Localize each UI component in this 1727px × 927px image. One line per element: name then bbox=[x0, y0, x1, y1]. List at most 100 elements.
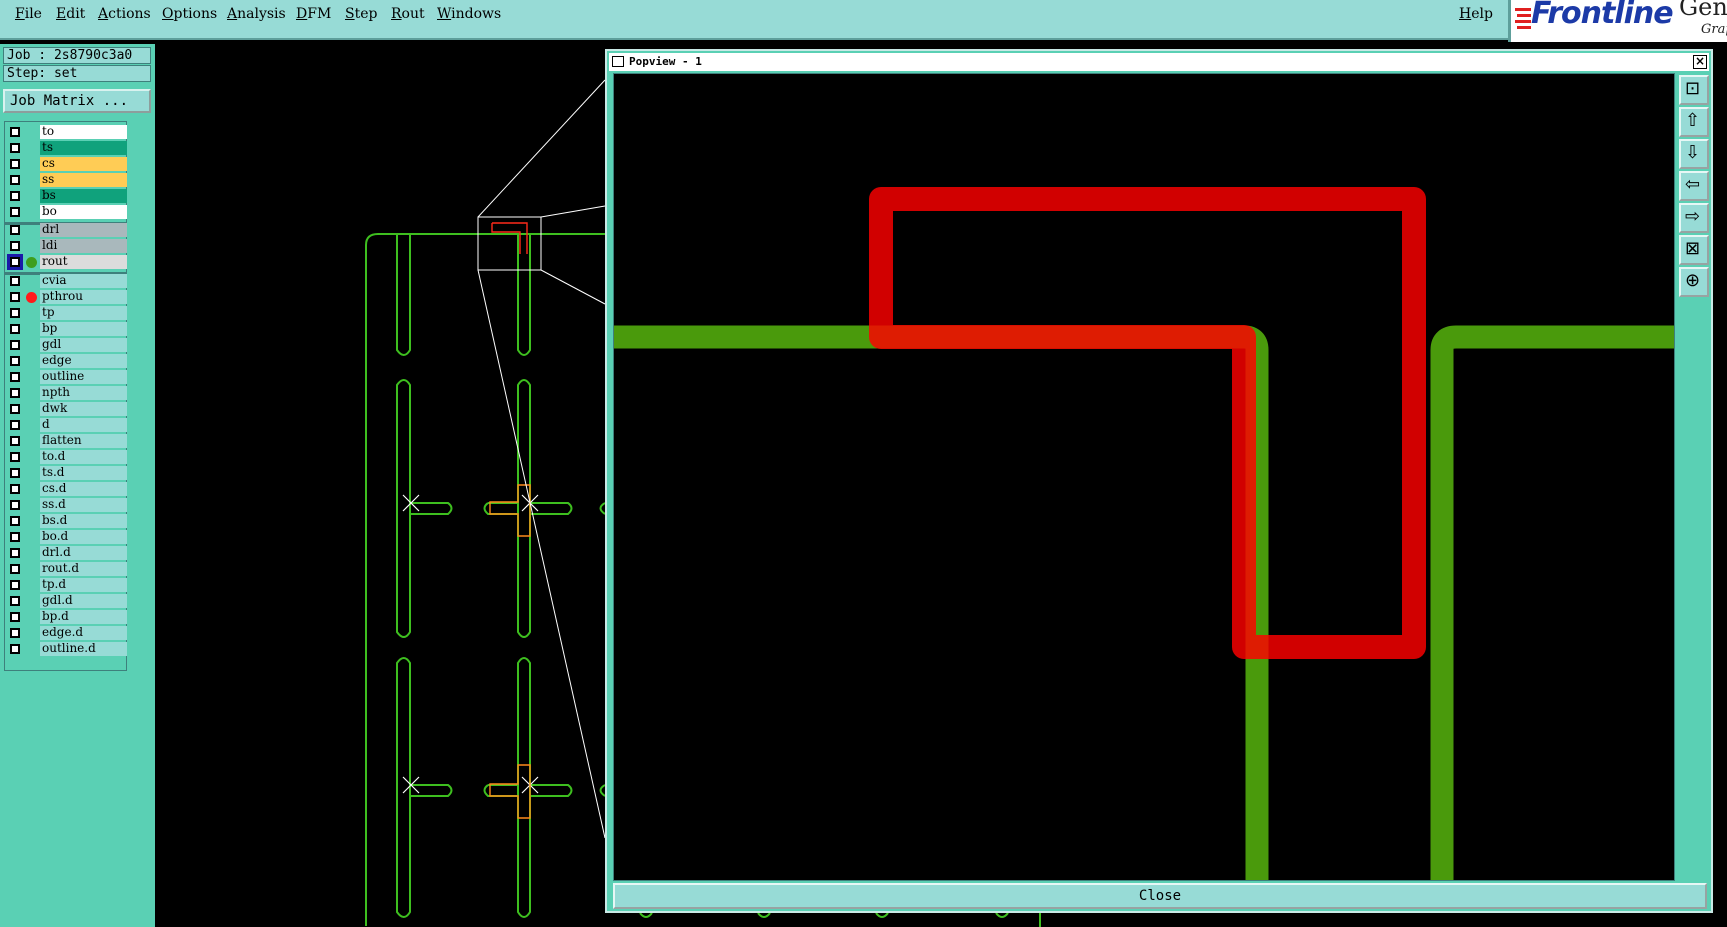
layer-row-bp[interactable]: bp bbox=[5, 321, 127, 337]
window-menu-icon[interactable] bbox=[612, 56, 624, 67]
close-icon[interactable]: × bbox=[1693, 55, 1707, 69]
layer-row-bo-d[interactable]: bo.d bbox=[5, 529, 127, 545]
layer-row-outline-d[interactable]: outline.d bbox=[5, 641, 127, 657]
layer-row-outline[interactable]: outline bbox=[5, 369, 127, 385]
layer-display-checkbox[interactable] bbox=[10, 452, 20, 462]
layer-display-checkbox[interactable] bbox=[10, 388, 20, 398]
layer-row-flatten[interactable]: flatten bbox=[5, 433, 127, 449]
layer-row-bo[interactable]: bo bbox=[5, 204, 127, 220]
pan-up-button[interactable]: ⇧ bbox=[1679, 107, 1709, 137]
layer-row-ss-d[interactable]: ss.d bbox=[5, 497, 127, 513]
layer-display-checkbox[interactable] bbox=[10, 276, 20, 286]
menu-options[interactable]: Options bbox=[162, 6, 217, 22]
menu-actions[interactable]: Actions bbox=[98, 6, 151, 22]
layer-row-npth[interactable]: npth bbox=[5, 385, 127, 401]
menu-help[interactable]: Help bbox=[1459, 6, 1493, 22]
layer-row-tp-d[interactable]: tp.d bbox=[5, 577, 127, 593]
layer-row-bp-d[interactable]: bp.d bbox=[5, 609, 127, 625]
layer-name[interactable]: bp.d bbox=[40, 610, 127, 624]
layer-row-d[interactable]: d bbox=[5, 417, 127, 433]
layer-name[interactable]: pthrou bbox=[40, 290, 127, 304]
layer-name[interactable]: bo bbox=[40, 205, 127, 219]
pan-right-button[interactable]: ⇨ bbox=[1679, 203, 1709, 233]
layer-display-checkbox[interactable] bbox=[10, 628, 20, 638]
layer-display-checkbox[interactable] bbox=[10, 468, 20, 478]
layer-name[interactable]: outline bbox=[40, 370, 127, 384]
layer-row-cs-d[interactable]: cs.d bbox=[5, 481, 127, 497]
layer-display-checkbox[interactable] bbox=[10, 159, 20, 169]
layer-name[interactable]: d bbox=[40, 418, 127, 432]
layer-name[interactable]: cs.d bbox=[40, 482, 127, 496]
layer-row-tp[interactable]: tp bbox=[5, 305, 127, 321]
layer-name[interactable]: npth bbox=[40, 386, 127, 400]
menu-dfm[interactable]: DFM bbox=[296, 6, 331, 22]
menu-windows[interactable]: Windows bbox=[437, 6, 501, 22]
layer-row-ts-d[interactable]: ts.d bbox=[5, 465, 127, 481]
layer-name[interactable]: gdl bbox=[40, 338, 127, 352]
layer-display-checkbox[interactable] bbox=[10, 548, 20, 558]
layer-name[interactable]: ts.d bbox=[40, 466, 127, 480]
layer-name[interactable]: rout bbox=[40, 255, 127, 269]
close-button[interactable]: Close bbox=[613, 883, 1707, 909]
layer-row-drl-d[interactable]: drl.d bbox=[5, 545, 127, 561]
layer-row-ts[interactable]: ts bbox=[5, 140, 127, 156]
layer-display-checkbox[interactable] bbox=[10, 143, 20, 153]
layer-row-bs-d[interactable]: bs.d bbox=[5, 513, 127, 529]
layer-display-checkbox[interactable] bbox=[10, 340, 20, 350]
layer-display-checkbox[interactable] bbox=[10, 516, 20, 526]
layer-name[interactable]: ss.d bbox=[40, 498, 127, 512]
layer-row-pthrou[interactable]: pthrou bbox=[5, 289, 127, 305]
layer-name[interactable]: to bbox=[40, 125, 127, 139]
layer-name[interactable]: drl bbox=[40, 223, 127, 237]
layer-name[interactable]: drl.d bbox=[40, 546, 127, 560]
layer-display-checkbox[interactable] bbox=[10, 127, 20, 137]
menu-file[interactable]: File bbox=[15, 6, 42, 22]
layer-name[interactable]: cs bbox=[40, 157, 127, 171]
layer-display-checkbox[interactable] bbox=[10, 484, 20, 494]
layer-display-checkbox[interactable] bbox=[10, 420, 20, 430]
layer-name[interactable]: bo.d bbox=[40, 530, 127, 544]
layer-name[interactable]: edge bbox=[40, 354, 127, 368]
menu-step[interactable]: Step bbox=[345, 6, 377, 22]
layer-name[interactable]: ts bbox=[40, 141, 127, 155]
layer-display-checkbox[interactable] bbox=[10, 580, 20, 590]
layer-name[interactable]: to.d bbox=[40, 450, 127, 464]
layer-row-ldi[interactable]: ldi bbox=[5, 238, 127, 254]
layer-row-rout[interactable]: rout bbox=[5, 254, 127, 270]
layer-row-cvia[interactable]: cvia bbox=[5, 273, 127, 289]
layer-display-checkbox[interactable] bbox=[10, 191, 20, 201]
layer-row-ss[interactable]: ss bbox=[5, 172, 127, 188]
menu-edit[interactable]: Edit bbox=[56, 6, 85, 22]
layer-name[interactable]: bs.d bbox=[40, 514, 127, 528]
layer-display-checkbox[interactable] bbox=[10, 207, 20, 217]
layer-display-checkbox[interactable] bbox=[10, 612, 20, 622]
layer-display-checkbox[interactable] bbox=[10, 308, 20, 318]
pan-down-button[interactable]: ⇩ bbox=[1679, 139, 1709, 169]
layer-name[interactable]: dwk bbox=[40, 402, 127, 416]
layer-display-checkbox[interactable] bbox=[10, 404, 20, 414]
layer-display-checkbox[interactable] bbox=[10, 356, 20, 366]
layer-row-drl[interactable]: drl bbox=[5, 222, 127, 238]
layer-row-to[interactable]: to bbox=[5, 124, 127, 140]
layer-row-bs[interactable]: bs bbox=[5, 188, 127, 204]
layer-display-checkbox[interactable] bbox=[10, 436, 20, 446]
layer-display-checkbox[interactable] bbox=[10, 596, 20, 606]
layer-row-to-d[interactable]: to.d bbox=[5, 449, 127, 465]
layer-name[interactable]: edge.d bbox=[40, 626, 127, 640]
layer-name[interactable]: cvia bbox=[40, 274, 127, 288]
layer-display-checkbox[interactable] bbox=[10, 324, 20, 334]
layer-row-gdl-d[interactable]: gdl.d bbox=[5, 593, 127, 609]
layer-display-checkbox[interactable] bbox=[10, 644, 20, 654]
layer-name[interactable]: outline.d bbox=[40, 642, 127, 656]
layer-display-checkbox[interactable] bbox=[10, 225, 20, 235]
layer-row-edge-d[interactable]: edge.d bbox=[5, 625, 127, 641]
layer-row-rout-d[interactable]: rout.d bbox=[5, 561, 127, 577]
menu-analysis[interactable]: Analysis bbox=[227, 6, 286, 22]
layer-name[interactable]: bs bbox=[40, 189, 127, 203]
layer-row-edge[interactable]: edge bbox=[5, 353, 127, 369]
layer-display-checkbox[interactable] bbox=[10, 372, 20, 382]
layer-row-gdl[interactable]: gdl bbox=[5, 337, 127, 353]
layer-display-checkbox[interactable] bbox=[10, 241, 20, 251]
layer-name[interactable]: ss bbox=[40, 173, 127, 187]
popview-titlebar[interactable]: Popview - 1 × bbox=[609, 53, 1709, 71]
